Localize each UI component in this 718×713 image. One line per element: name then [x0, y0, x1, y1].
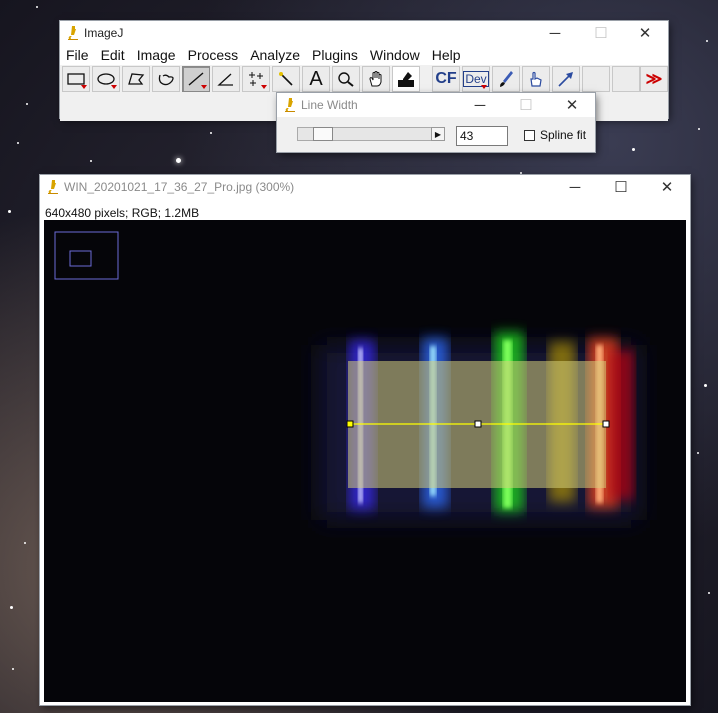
close-button[interactable]: ✕: [622, 21, 668, 45]
imagej-titlebar[interactable]: ImageJ ─ ☐ ✕: [60, 21, 668, 45]
wand-tool[interactable]: [272, 66, 300, 92]
rectangle-icon: [67, 73, 85, 85]
more-tools-button[interactable]: ≫: [640, 66, 668, 92]
line-width-title: Line Width: [301, 98, 358, 112]
close-button[interactable]: ✕: [644, 175, 690, 199]
line-handle-end[interactable]: [602, 420, 610, 428]
image-titlebar[interactable]: WIN_20201021_17_36_27_Pro.jpg (300%) ─ ☐…: [40, 175, 690, 199]
menu-bar: File Edit Image Process Analyze Plugins …: [60, 45, 668, 65]
microscope-icon: [48, 180, 58, 194]
oval-icon: [97, 73, 115, 85]
maximize-button[interactable]: ☐: [503, 93, 549, 117]
freehand-tool[interactable]: [152, 66, 180, 92]
scroll-tool[interactable]: [362, 66, 390, 92]
arrow-tool[interactable]: [552, 66, 580, 92]
zoom-tool[interactable]: [332, 66, 360, 92]
line-width-body: ◀ ▶ 43 Spline fit: [277, 117, 595, 152]
slider-increment-button[interactable]: ▶: [431, 127, 445, 141]
spline-fit-checkbox[interactable]: [524, 130, 535, 141]
menu-help[interactable]: Help: [426, 45, 467, 65]
flood-tool[interactable]: [522, 66, 550, 92]
brush-tool[interactable]: [492, 66, 520, 92]
menu-window[interactable]: Window: [364, 45, 426, 65]
dropper-icon: [398, 72, 414, 87]
magnifier-icon: [338, 72, 354, 87]
freehand-icon: [158, 74, 174, 86]
menu-image[interactable]: Image: [131, 45, 182, 65]
image-window: WIN_20201021_17_36_27_Pro.jpg (300%) ─ ☐…: [40, 175, 690, 705]
pointing-hand-icon: [530, 71, 542, 87]
menu-analyze[interactable]: Analyze: [244, 45, 306, 65]
image-info: 640x480 pixels; RGB; 1.2MB: [45, 206, 200, 220]
image-title: WIN_20201021_17_36_27_Pro.jpg (300%): [64, 180, 295, 194]
maximize-button[interactable]: ☐: [578, 21, 624, 45]
line-width-titlebar[interactable]: Line Width ─ ☐ ✕: [277, 93, 595, 117]
color-picker-tool[interactable]: [392, 66, 420, 92]
hand-icon: [369, 71, 382, 87]
line-handle-middle[interactable]: [474, 420, 482, 428]
angle-tool[interactable]: [212, 66, 240, 92]
line-tool[interactable]: [182, 66, 210, 92]
arrow-icon: [558, 72, 573, 87]
angle-icon: [217, 73, 233, 86]
menu-edit[interactable]: Edit: [95, 45, 131, 65]
polygon-icon: [128, 73, 145, 85]
imagej-title: ImageJ: [84, 26, 124, 40]
line-width-dialog: Line Width ─ ☐ ✕ ◀ ▶ 43 Spline fit: [277, 93, 595, 152]
text-tool[interactable]: A: [302, 66, 330, 92]
close-button[interactable]: ✕: [549, 93, 595, 117]
maximize-button[interactable]: ☐: [598, 175, 644, 199]
minimize-button[interactable]: ─: [552, 175, 598, 199]
polygon-tool[interactable]: [122, 66, 150, 92]
minimize-button[interactable]: ─: [457, 93, 503, 117]
line-width-input[interactable]: 43: [456, 126, 508, 146]
brush-icon: [500, 71, 513, 87]
microscope-icon: [285, 98, 295, 112]
cf-icon: CF: [435, 70, 457, 87]
slider-thumb[interactable]: [313, 127, 333, 141]
text-icon: A: [309, 67, 323, 90]
microscope-icon: [68, 26, 78, 40]
menu-process[interactable]: Process: [182, 45, 245, 65]
dev-tool[interactable]: Dev: [462, 66, 490, 92]
line-handle-start[interactable]: [346, 420, 354, 428]
spectrum-image: [44, 220, 686, 702]
menu-plugins[interactable]: Plugins: [306, 45, 364, 65]
empty-tool-2[interactable]: [612, 66, 640, 92]
oval-tool[interactable]: [92, 66, 120, 92]
cf-tool[interactable]: CF: [432, 66, 460, 92]
minimize-button[interactable]: ─: [532, 21, 578, 45]
image-canvas[interactable]: [44, 220, 686, 702]
wand-icon: [279, 72, 293, 86]
empty-tool-1[interactable]: [582, 66, 610, 92]
point-tool[interactable]: [242, 66, 270, 92]
double-chevron-icon: ≫: [645, 71, 663, 88]
menu-file[interactable]: File: [60, 45, 95, 65]
spline-fit-label: Spline fit: [540, 128, 587, 142]
rectangle-tool[interactable]: [62, 66, 90, 92]
